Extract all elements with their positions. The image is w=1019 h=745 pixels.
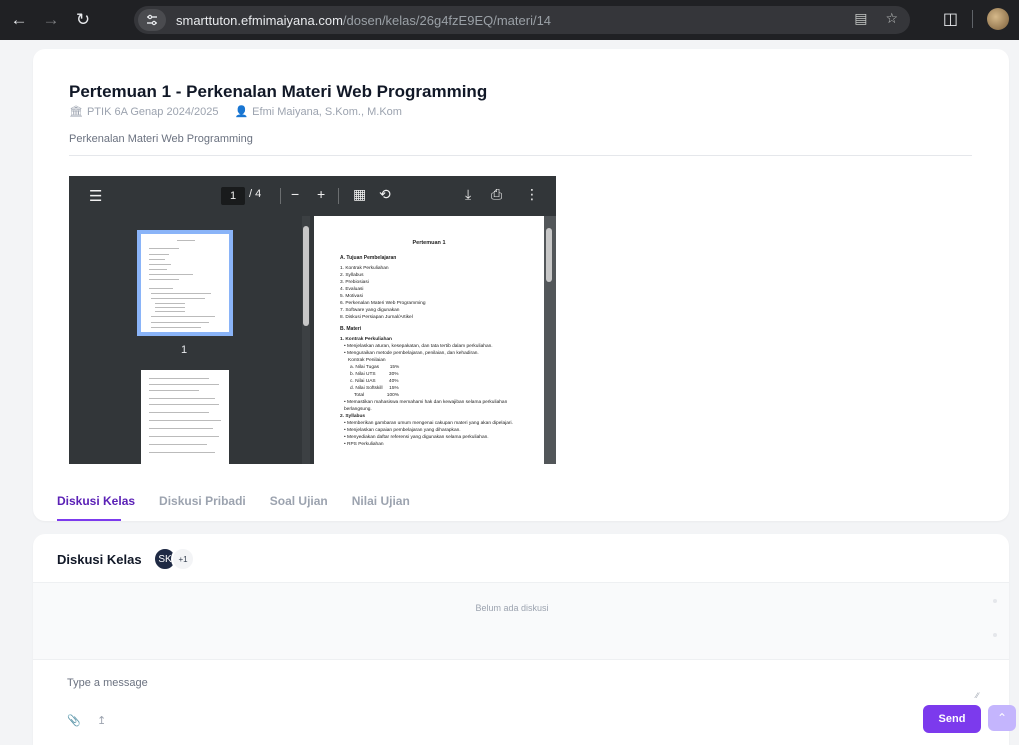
- pdf-line: • Menguraikan metode pembelajaran, penil…: [344, 351, 479, 356]
- pdf-line: • RPS Perkuliahan: [344, 442, 384, 447]
- discussion-card: Diskusi Kelas SK +1 Belum ada diskusi Ty…: [33, 534, 1009, 745]
- profile-avatar[interactable]: [987, 8, 1009, 30]
- empty-state: Belum ada diskusi: [475, 603, 549, 613]
- user-icon: 👤: [234, 106, 249, 118]
- tab-bar: Diskusi Kelas Diskusi Pribadi Soal Ujian…: [57, 494, 410, 508]
- thumbnail-label: 1: [181, 344, 188, 356]
- pdf-page-title: Pertemuan 1: [412, 240, 446, 246]
- pdf-line: 7. Software yang digunakan: [340, 308, 400, 313]
- star-icon[interactable]: ☆: [885, 10, 898, 27]
- pdf-line: 1. Kontrak Perkuliahan: [340, 337, 392, 342]
- scroll-top-icon[interactable]: ⌃: [988, 705, 1016, 731]
- divider: [69, 155, 972, 156]
- active-tab-indicator: [57, 519, 121, 521]
- page-scroll-thumb[interactable]: [546, 228, 552, 282]
- site-settings-icon[interactable]: [138, 9, 166, 31]
- address-bar[interactable]: smarttuton.efmimaiyana.com/dosen/kelas/2…: [134, 6, 910, 34]
- toolbar-divider: [280, 188, 281, 204]
- pdf-line: c. Nilai UAS 40%: [350, 379, 399, 384]
- toolbar-divider: [338, 188, 339, 204]
- page-scrollbar[interactable]: [545, 216, 553, 464]
- rotate-icon[interactable]: ⟲: [379, 186, 391, 203]
- scroll-indicator: [993, 633, 997, 637]
- thumbnail-page-2[interactable]: [141, 370, 229, 464]
- page-total: / 4: [249, 188, 262, 200]
- thumbnail-scrollbar[interactable]: [302, 216, 310, 464]
- back-icon[interactable]: ←: [6, 7, 32, 33]
- url-path: /dosen/kelas/26g4fzE9EQ/materi/14: [342, 12, 552, 28]
- pdf-line: d. Nilai Softskill 15%: [350, 386, 399, 391]
- url-host: smarttuton.efmimaiyana.com: [176, 12, 343, 28]
- page-title: Pertemuan 1 - Perkenalan Materi Web Prog…: [69, 82, 488, 101]
- lecturer-name: Efmi Maiyana, S.Kom., M.Kom: [252, 105, 402, 118]
- material-description: Perkenalan Materi Web Programming: [69, 133, 253, 145]
- print-icon[interactable]: ⎙: [491, 186, 502, 203]
- pdf-viewer: ☰ 1 / 4 − + ▦ ⟲ ⤓ ⎙ ⋮ 1 Pertemuan 1 A. T…: [69, 176, 556, 464]
- pdf-line: b. Nilai UTS 30%: [350, 372, 399, 377]
- thumbnail-scroll-thumb[interactable]: [303, 226, 309, 326]
- menu-icon[interactable]: ☰: [89, 187, 102, 205]
- resize-handle-icon[interactable]: ∕∕: [976, 691, 979, 700]
- pdf-line: Total 100%: [354, 393, 400, 398]
- send-button[interactable]: Send: [923, 705, 981, 733]
- zoom-out-icon[interactable]: −: [291, 186, 299, 202]
- pdf-line: 4. Evaluasi: [340, 287, 364, 292]
- discussion-title: Diskusi Kelas: [57, 552, 142, 567]
- pdf-section-b: B. Materi: [340, 326, 362, 332]
- pdf-line: • Memberikan gambaran umum mengenai caku…: [344, 421, 513, 426]
- pdf-page: Pertemuan 1 A. Tujuan Pembelajaran 1. Ko…: [314, 216, 544, 464]
- participants[interactable]: SK +1: [153, 547, 195, 571]
- pdf-page-area: Pertemuan 1 A. Tujuan Pembelajaran 1. Ko…: [314, 216, 556, 464]
- pdf-line: a. Nilai Tugas 15%: [350, 365, 400, 370]
- attach-icon[interactable]: 📎: [67, 714, 81, 727]
- pdf-line: • Menyediakan daftar referensi yang digu…: [344, 435, 489, 440]
- pdf-line: 3. Prebiosiasi: [340, 280, 369, 285]
- download-icon[interactable]: ⤓: [465, 186, 471, 203]
- pdf-section-a: A. Tujuan Pembelajaran: [340, 255, 397, 261]
- pdf-line: 8. Diskusi Persiapan Jurnal/Artikel: [340, 315, 413, 320]
- thumbnail-page-1[interactable]: [137, 230, 233, 336]
- upload-icon[interactable]: ↥: [97, 714, 106, 727]
- pdf-line: • Menjelaskan capaian pembelajaran yang …: [344, 428, 461, 433]
- page-number-input[interactable]: 1: [221, 187, 245, 205]
- thumbnail-sidebar: 1: [69, 216, 314, 464]
- pdf-line: 5. Motivasi: [340, 294, 363, 299]
- pdf-line: 1. Kontrak Perkuliahan: [340, 266, 389, 271]
- extra-participants-badge: +1: [171, 547, 195, 571]
- forward-icon[interactable]: →: [38, 7, 64, 33]
- tab-nilai-ujian[interactable]: Nilai Ujian: [352, 494, 410, 508]
- class-name: PTIK 6A Genap 2024/2025: [86, 105, 219, 118]
- toolbar-divider: [972, 10, 973, 28]
- pdf-line: 2. Syllabus: [340, 273, 364, 278]
- material-meta: 🏛 PTIK 6A Genap 2024/2025 👤 Efmi Maiyana, …: [69, 105, 402, 119]
- tab-soal-ujian[interactable]: Soal Ujian: [270, 494, 328, 508]
- tab-diskusi-pribadi[interactable]: Diskusi Pribadi: [159, 494, 246, 508]
- zoom-in-icon[interactable]: +: [317, 186, 325, 202]
- scroll-indicator: [993, 599, 997, 603]
- pdf-line: Kontrak Penilaian: [348, 358, 386, 363]
- message-input[interactable]: Type a message: [67, 677, 148, 689]
- url-text: smarttuton.efmimaiyana.com/dosen/kelas/2…: [176, 13, 551, 28]
- browser-toolbar: ← → ↻ smarttuton.efmimaiyana.com/dosen/k…: [0, 0, 1019, 40]
- reload-icon[interactable]: ↻: [70, 7, 96, 33]
- material-card: Pertemuan 1 - Perkenalan Materi Web Prog…: [33, 49, 1009, 521]
- pdf-toolbar: ☰ 1 / 4 − + ▦ ⟲ ⤓ ⎙ ⋮: [69, 176, 556, 216]
- pdf-line: 6. Perkenalan Materi Web Programming: [340, 301, 426, 306]
- pdf-line: 2. Syllabus: [340, 414, 366, 419]
- extensions-icon[interactable]: ◫: [943, 9, 958, 29]
- message-list: Belum ada diskusi: [33, 582, 1009, 660]
- translate-icon[interactable]: ▤: [854, 10, 867, 27]
- more-icon[interactable]: ⋮: [525, 186, 539, 203]
- fit-page-icon[interactable]: ▦: [353, 186, 366, 203]
- pdf-line: • Menjelaskan aturan, kesepakatan, dan t…: [344, 344, 493, 349]
- class-icon: 🏛: [69, 106, 83, 118]
- tab-diskusi-kelas[interactable]: Diskusi Kelas: [57, 494, 135, 508]
- pdf-line: • Memastikan mahasiswa memahami hak dan …: [344, 400, 508, 412]
